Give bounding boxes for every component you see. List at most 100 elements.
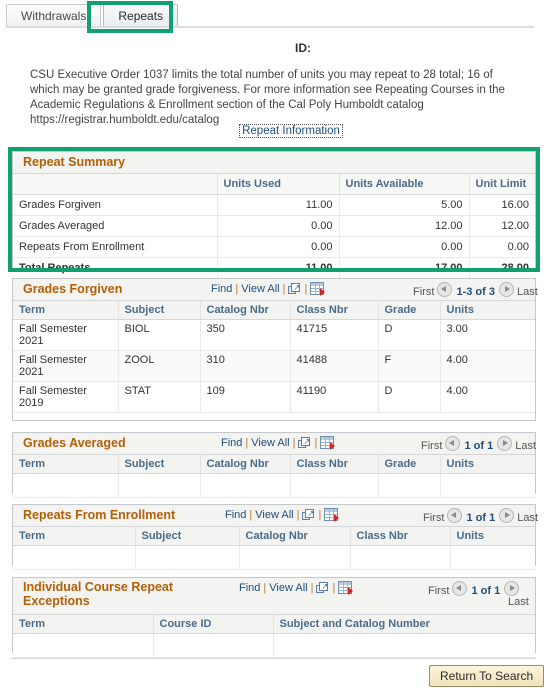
download-to-spreadsheet-icon[interactable] <box>310 282 326 296</box>
download-to-spreadsheet-icon[interactable] <box>320 436 336 450</box>
row-label: Repeats From Enrollment <box>13 236 218 258</box>
last-label[interactable]: Last <box>517 512 538 524</box>
new-window-icon[interactable]: ↗ <box>316 582 329 594</box>
cell-catalog-nbr: 310 <box>200 350 291 382</box>
next-page-icon[interactable] <box>504 581 520 596</box>
find-link[interactable]: Find <box>225 509 246 521</box>
col-subject-and-catalog-number: Subject and Catalog Number <box>273 615 535 634</box>
col-term: Term <box>13 615 154 634</box>
download-to-spreadsheet-icon[interactable] <box>338 581 354 595</box>
grades-forgiven-toolbar: Find | View All | ↗ | <box>211 282 326 296</box>
cell-class-nbr: 41190 <box>290 381 379 413</box>
repeats-from-enrollment-pager: First 1 of 1 Last <box>423 508 538 524</box>
first-label[interactable]: First <box>428 585 449 597</box>
id-line: ID: <box>0 41 546 55</box>
divider: | <box>249 509 253 521</box>
cell-term: Fall Semester 2021 <box>13 350 119 382</box>
divider: | <box>310 582 314 594</box>
previous-page-icon[interactable] <box>445 436 461 451</box>
grades-averaged-header: Grades Averaged Find | View All | ↗ | First 1… <box>13 433 536 455</box>
col-subject: Subject <box>135 527 240 546</box>
previous-page-icon[interactable] <box>452 581 468 596</box>
previous-page-icon[interactable] <box>447 508 463 523</box>
table-header-row: Term Subject Catalog Nbr Class Nbr Grade… <box>13 301 535 320</box>
divider: | <box>318 509 322 521</box>
next-page-icon[interactable] <box>499 508 515 523</box>
last-label[interactable]: Last <box>508 596 529 608</box>
page-count: 1 of 1 <box>464 440 494 452</box>
tab-list: Withdrawals Repeats <box>6 3 180 27</box>
cell-units <box>450 545 535 570</box>
grades-forgiven-panel: Grades Forgiven Find | View All | ↗ | First 1… <box>12 278 538 421</box>
next-page-icon[interactable] <box>497 436 513 451</box>
table-header-row: Term Course ID Subject and Catalog Numbe… <box>13 615 535 634</box>
repeat-summary-title: Repeat Summary <box>23 155 126 169</box>
divider: | <box>332 582 336 594</box>
col-term: Term <box>13 455 119 474</box>
cell-class-nbr: 41488 <box>290 350 379 382</box>
table-header-row: Term Subject Catalog Nbr Class Nbr Grade… <box>13 455 535 474</box>
footer-divider <box>10 658 536 659</box>
divider: | <box>235 283 239 295</box>
cell-catalog-nbr <box>200 473 291 498</box>
view-all-link[interactable]: View All <box>269 582 307 594</box>
col-units: Units <box>440 301 535 320</box>
page-count: 1-3 of 3 <box>456 286 495 298</box>
new-window-icon[interactable]: ↗ <box>288 283 301 295</box>
view-all-link[interactable]: View All <box>241 283 279 295</box>
first-label[interactable]: First <box>413 286 434 298</box>
divider: | <box>245 437 249 449</box>
download-to-spreadsheet-icon[interactable] <box>324 508 340 522</box>
table-row: Fall Semester 2021 BIOL 350 41715 D 3.00 <box>13 319 535 351</box>
tab-repeats[interactable]: Repeats <box>103 4 179 27</box>
view-all-link[interactable]: View All <box>255 509 293 521</box>
find-link[interactable]: Find <box>211 283 232 295</box>
cell-grade <box>378 473 441 498</box>
tab-underline <box>6 26 534 28</box>
col-course-id: Course ID <box>153 615 274 634</box>
find-link[interactable]: Find <box>239 582 260 594</box>
first-label[interactable]: First <box>423 512 444 524</box>
col-grade: Grade <box>378 455 441 474</box>
repeat-information-link[interactable]: Repeat Information <box>239 124 343 138</box>
cell-class-nbr: 41715 <box>290 319 379 351</box>
grades-forgiven-pager: First 1-3 of 3 Last <box>413 282 538 298</box>
return-to-search-button[interactable]: Return To Search <box>429 665 545 687</box>
table-row-empty <box>13 473 535 498</box>
cell-units-used: 11.00 <box>217 257 340 278</box>
new-window-icon[interactable]: ↗ <box>298 437 311 449</box>
grades-averaged-title: Grades Averaged <box>23 436 126 450</box>
grades-averaged-panel: Grades Averaged Find | View All | ↗ | First 1… <box>12 432 536 498</box>
individual-exceptions-title: Individual Course Repeat Exceptions <box>23 580 174 608</box>
last-label[interactable]: Last <box>517 286 538 298</box>
cell-subject-and-catalog-number <box>273 633 535 658</box>
view-all-link[interactable]: View All <box>251 437 289 449</box>
new-window-icon[interactable]: ↗ <box>302 509 315 521</box>
col-class-nbr: Class Nbr <box>290 301 379 320</box>
tab-withdrawals[interactable]: Withdrawals <box>6 4 102 27</box>
cell-units: 4.00 <box>440 350 535 382</box>
grades-forgiven-title: Grades Forgiven <box>23 282 123 296</box>
divider: | <box>292 437 296 449</box>
individual-exceptions-header: Individual Course Repeat Exceptions Find… <box>13 578 535 615</box>
next-page-icon[interactable] <box>498 282 514 297</box>
col-catalog-nbr: Catalog Nbr <box>200 455 291 474</box>
cell-grade: F <box>378 350 441 382</box>
cell-unit-limit: 0.00 <box>469 236 535 258</box>
cell-catalog-nbr: 350 <box>200 319 291 351</box>
individual-exceptions-last: Last <box>508 596 529 608</box>
table-row: Grades Averaged 0.00 12.00 12.00 <box>13 215 535 237</box>
col-unit-limit: Unit Limit <box>469 174 535 195</box>
cell-term <box>13 545 136 570</box>
repeats-from-enrollment-title: Repeats From Enrollment <box>23 508 176 522</box>
col-grade: Grade <box>378 301 441 320</box>
last-label[interactable]: Last <box>515 440 536 452</box>
previous-page-icon[interactable] <box>437 282 453 297</box>
cell-units-available: 0.00 <box>339 236 470 258</box>
col-term: Term <box>13 527 136 546</box>
first-label[interactable]: First <box>421 440 442 452</box>
table-row: Fall Semester 2019 STAT 109 41190 D 4.00 <box>13 381 535 413</box>
individual-course-repeat-exceptions-panel: Individual Course Repeat Exceptions Find… <box>12 577 536 658</box>
divider: | <box>263 582 267 594</box>
find-link[interactable]: Find <box>221 437 242 449</box>
